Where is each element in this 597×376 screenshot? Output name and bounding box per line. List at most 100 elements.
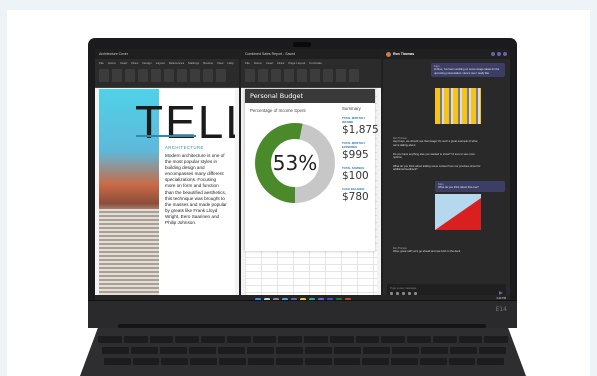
keyboard-key[interactable] — [123, 336, 148, 343]
keyboard-key[interactable] — [484, 336, 508, 343]
ribbon-button[interactable] — [323, 69, 333, 82]
ribbon-tab[interactable]: File — [245, 61, 250, 65]
keyboard-key[interactable] — [149, 336, 174, 343]
ribbon-tab[interactable]: Formulas — [309, 61, 322, 65]
keyboard-key[interactable] — [448, 358, 476, 365]
keyboard-key[interactable] — [362, 358, 390, 365]
keyboard-key[interactable] — [218, 358, 246, 365]
summary-title: Summary — [342, 106, 361, 111]
keyboard-key[interactable] — [305, 347, 332, 354]
keyboard-key[interactable] — [161, 358, 189, 365]
ribbon-tab[interactable]: Insert — [120, 61, 128, 65]
keyboard-key[interactable] — [189, 347, 216, 354]
keyboard-key[interactable] — [278, 336, 302, 343]
keyboard-key[interactable] — [355, 336, 380, 343]
ribbon-tab[interactable]: Home — [108, 61, 116, 65]
keyboard-key[interactable] — [247, 347, 274, 354]
ribbon-tab[interactable]: Home — [254, 61, 262, 65]
keyboard-key[interactable] — [304, 336, 328, 343]
keyboard-key[interactable] — [247, 358, 275, 365]
ribbon-tab[interactable]: Mailings — [188, 61, 199, 65]
keyboard-key[interactable] — [381, 336, 405, 343]
word-title-bar[interactable]: Architecture Cover — [95, 49, 239, 59]
ribbon-tab[interactable]: Page Layout — [288, 61, 305, 65]
ribbon-button[interactable] — [190, 69, 200, 82]
ribbon-button[interactable] — [177, 69, 187, 82]
keyboard-key[interactable] — [160, 347, 187, 354]
keyboard-key[interactable] — [218, 347, 245, 354]
keyboard-key[interactable] — [432, 336, 457, 343]
ribbon-button[interactable] — [138, 69, 148, 82]
ribbon-button[interactable] — [112, 69, 122, 82]
summary-value: $1,875 — [342, 124, 379, 136]
ribbon-tab[interactable]: Insert — [266, 61, 274, 65]
ribbon-button[interactable] — [203, 69, 213, 82]
keyboard-key[interactable] — [329, 336, 354, 343]
ribbon-tab[interactable]: File — [99, 61, 104, 65]
ribbon-tab[interactable]: Review — [203, 61, 213, 65]
keyboard-key[interactable] — [175, 336, 199, 343]
shared-image-red-building[interactable] — [435, 194, 481, 230]
ribbon-button[interactable] — [125, 69, 135, 82]
stage: Architecture Cover File Home Insert Draw… — [0, 0, 597, 376]
ribbon-button[interactable] — [271, 69, 281, 82]
keyboard-key[interactable] — [458, 336, 483, 343]
word-document-page[interactable]: TELL ARCHITECTURE Modern architecture is… — [99, 89, 235, 297]
keyboard-key[interactable] — [477, 358, 505, 365]
camera-icon — [293, 42, 311, 47]
keyboard-key[interactable] — [226, 336, 251, 343]
keyboard-key[interactable] — [333, 358, 361, 365]
keyboard-key[interactable] — [419, 358, 447, 365]
word-ribbon — [95, 66, 239, 88]
ribbon-button[interactable] — [258, 69, 268, 82]
keyboard-key[interactable] — [305, 358, 332, 365]
ribbon-button[interactable] — [99, 69, 109, 82]
ribbon-button[interactable] — [284, 69, 294, 82]
word-window[interactable]: Architecture Cover File Home Insert Draw… — [95, 49, 239, 306]
ribbon-button[interactable] — [151, 69, 161, 82]
keyboard-key[interactable] — [276, 347, 303, 354]
keyboard-key[interactable] — [334, 347, 361, 354]
keyboard-key[interactable] — [252, 336, 277, 343]
keyboard-key[interactable] — [391, 358, 418, 365]
teams-window[interactable]: Ron Thomas Kayo Hi Ron, I've been workin… — [383, 49, 510, 306]
keyboard-key[interactable] — [201, 336, 225, 343]
keyboard-key[interactable] — [132, 358, 160, 365]
excel-window[interactable]: Combined Sales Report - Saved File Home … — [241, 49, 381, 306]
ribbon-tab[interactable]: View — [217, 61, 223, 65]
audio-call-icon[interactable] — [497, 52, 501, 56]
ribbon-tab[interactable]: Layout — [156, 61, 165, 65]
keyboard-key[interactable] — [131, 347, 158, 354]
shared-image-yellow-building[interactable] — [435, 88, 481, 124]
keyboard-key[interactable] — [276, 358, 304, 365]
ribbon-button[interactable] — [297, 69, 307, 82]
excel-title-bar[interactable]: Combined Sales Report - Saved — [241, 49, 381, 59]
keyboard-key[interactable] — [392, 347, 419, 354]
more-options-icon[interactable] — [503, 52, 507, 56]
ribbon-tab[interactable]: Design — [142, 61, 151, 65]
ribbon-button[interactable] — [164, 69, 174, 82]
keyboard-key[interactable] — [102, 347, 129, 354]
video-call-icon[interactable] — [491, 52, 495, 56]
ribbon-button[interactable] — [336, 69, 346, 82]
keyboard-key[interactable] — [98, 336, 122, 343]
ribbon-tab[interactable]: Draw — [131, 61, 138, 65]
ribbon-tab[interactable]: References — [169, 61, 184, 65]
keyboard-key[interactable] — [363, 347, 390, 354]
budget-title: Personal Budget — [245, 89, 375, 103]
avatar[interactable] — [386, 51, 391, 57]
summary-item: TOTAL MONTHLY EXPENSES $995 — [342, 141, 376, 161]
ribbon-button[interactable] — [310, 69, 320, 82]
ribbon-button[interactable] — [245, 69, 255, 82]
keyboard-key[interactable] — [407, 336, 431, 343]
ribbon-tab[interactable]: Help — [227, 61, 233, 65]
keyboard-key[interactable] — [479, 347, 506, 354]
ribbon-button[interactable] — [216, 69, 226, 82]
summary-value: $780 — [342, 191, 369, 203]
keyboard-key[interactable] — [104, 358, 131, 365]
keyboard-key[interactable] — [450, 347, 477, 354]
keyboard-key[interactable] — [421, 347, 448, 354]
keyboard-key[interactable] — [190, 358, 217, 365]
ribbon-tab[interactable]: Draw — [277, 61, 284, 65]
ribbon-button[interactable] — [349, 69, 359, 82]
